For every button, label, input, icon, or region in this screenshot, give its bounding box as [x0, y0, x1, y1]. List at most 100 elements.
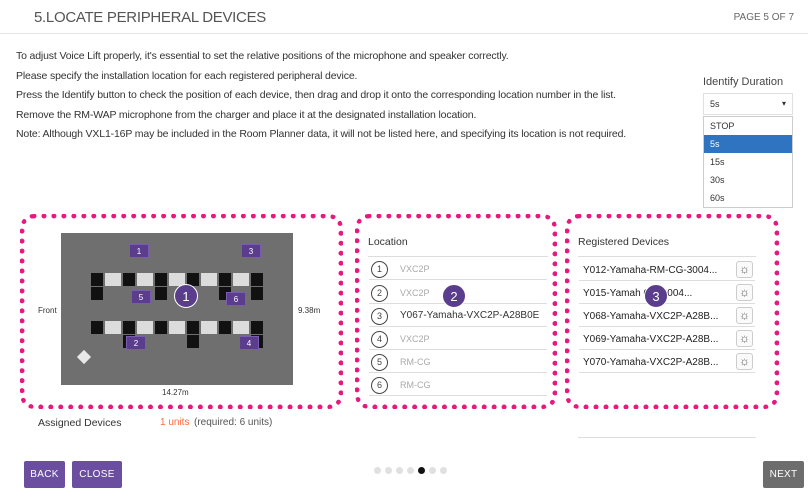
table — [201, 321, 217, 334]
instruction-line: Please specify the installation location… — [16, 69, 358, 82]
location-number: 2 — [371, 285, 388, 302]
identify-duration: Identify Duration 5s ▾ STOP 5s 15s 30s 6… — [703, 76, 793, 208]
location-device: VXC2P — [400, 334, 430, 344]
table — [137, 321, 153, 334]
callout-badge-1: 1 — [174, 284, 198, 308]
chair — [123, 273, 135, 286]
chair — [91, 273, 103, 286]
speaker-icon — [76, 349, 92, 365]
next-button[interactable]: NEXT — [763, 461, 804, 488]
option-stop[interactable]: STOP — [704, 117, 792, 135]
instruction-line: Remove the RM-WAP microphone from the ch… — [16, 108, 477, 121]
identify-sun-icon[interactable]: ☼ — [736, 330, 753, 347]
device-name: Y070-Yamaha-VXC2P-A28B... — [583, 357, 719, 368]
location-row-1[interactable]: 1 VXC2P — [369, 259, 547, 280]
chair — [155, 321, 167, 334]
location-number: 1 — [371, 261, 388, 278]
chair — [251, 321, 263, 334]
caret-down-icon: ▾ — [781, 99, 786, 108]
identify-sun-icon[interactable]: ☼ — [736, 307, 753, 324]
table — [105, 321, 121, 334]
device-name: Y069-Yamaha-VXC2P-A28B... — [583, 334, 719, 345]
table — [169, 321, 185, 334]
location-marker-5[interactable]: 5 — [131, 290, 151, 304]
chair — [123, 321, 135, 334]
table — [137, 273, 153, 286]
location-marker-4[interactable]: 4 — [239, 336, 259, 350]
floor-plan[interactable]: 1 3 5 6 2 4 — [61, 233, 293, 385]
table — [105, 273, 121, 286]
assigned-count: 1 units — [160, 417, 190, 428]
table — [201, 273, 217, 286]
identify-sun-icon[interactable]: ☼ — [736, 261, 753, 278]
chair — [91, 287, 103, 300]
location-device: Y067-Yamaha-VXC2P-A28B0E — [400, 310, 540, 321]
table — [233, 321, 249, 334]
location-row-5[interactable]: 5 RM-CG — [369, 352, 547, 373]
device-name: Y012-Yamaha-RM-CG-3004... — [583, 265, 718, 276]
assigned-required: (required: 6 units) — [194, 417, 273, 428]
chair — [219, 321, 231, 334]
divider — [578, 437, 756, 438]
table — [233, 273, 249, 286]
location-device: RM-CG — [400, 357, 431, 367]
location-number: 4 — [371, 331, 388, 348]
location-device: VXC2P — [400, 288, 430, 298]
location-row-6[interactable]: 6 RM-CG — [369, 375, 547, 396]
option-15s[interactable]: 15s — [704, 153, 792, 171]
registered-device-row[interactable]: Y012-Yamaha-RM-CG-3004... ☼ — [579, 261, 755, 281]
chair — [251, 287, 263, 300]
option-30s[interactable]: 30s — [704, 171, 792, 189]
identify-duration-select[interactable]: 5s ▾ — [703, 93, 793, 115]
page-dot[interactable] — [429, 467, 436, 474]
location-marker-2[interactable]: 2 — [126, 336, 146, 350]
instruction-line: Press the Identify button to check the p… — [16, 89, 616, 102]
location-device: RM-CG — [400, 380, 431, 390]
close-button[interactable]: CLOSE — [72, 461, 122, 488]
divider — [368, 256, 548, 257]
location-number: 3 — [371, 308, 388, 325]
chair — [155, 273, 167, 286]
chair — [219, 273, 231, 286]
front-label: Front — [38, 306, 57, 315]
page-dot-active[interactable] — [418, 467, 425, 474]
identify-sun-icon[interactable]: ☼ — [736, 353, 753, 370]
instructions: To adjust Voice Lift properly, it's esse… — [16, 47, 696, 145]
location-title: Location — [368, 236, 408, 248]
assigned-devices-label: Assigned Devices — [38, 417, 122, 429]
location-marker-1[interactable]: 1 — [129, 244, 149, 258]
chair — [187, 321, 199, 334]
location-device: VXC2P — [400, 264, 430, 274]
identify-sun-icon[interactable]: ☼ — [736, 284, 753, 301]
location-marker-3[interactable]: 3 — [241, 244, 261, 258]
location-marker-6[interactable]: 6 — [226, 292, 246, 306]
option-60s[interactable]: 60s — [704, 189, 792, 207]
identify-duration-value: 5s — [710, 99, 720, 109]
instruction-line: To adjust Voice Lift properly, it's esse… — [16, 50, 509, 62]
room-depth-label: 9.38m — [298, 306, 321, 315]
page-title: 5.LOCATE PERIPHERAL DEVICES — [34, 9, 266, 26]
location-row-4[interactable]: 4 VXC2P — [369, 329, 547, 350]
room-width-label: 14.27m — [162, 388, 189, 397]
chair — [251, 273, 263, 286]
chair — [155, 287, 167, 300]
page-dot[interactable] — [396, 467, 403, 474]
page-indicator: PAGE 5 OF 7 — [733, 12, 794, 23]
page-dot[interactable] — [385, 467, 392, 474]
location-row-3[interactable]: 3 Y067-Yamaha-VXC2P-A28B0E — [369, 306, 547, 327]
header: 5.LOCATE PERIPHERAL DEVICES PAGE 5 OF 7 — [0, 0, 808, 34]
registered-device-row[interactable]: Y068-Yamaha-VXC2P-A28B... ☼ — [579, 307, 755, 327]
back-button[interactable]: BACK — [24, 461, 65, 488]
registered-device-row[interactable]: Y070-Yamaha-VXC2P-A28B... ☼ — [579, 353, 755, 373]
chair — [91, 321, 103, 334]
page-dot[interactable] — [440, 467, 447, 474]
device-name: Y015-Yamah CG-3004... — [583, 288, 693, 299]
divider — [578, 256, 756, 257]
callout-badge-2: 2 — [442, 284, 466, 308]
location-number: 5 — [371, 354, 388, 371]
identify-duration-label: Identify Duration — [703, 76, 784, 88]
registered-device-row[interactable]: Y069-Yamaha-VXC2P-A28B... ☼ — [579, 330, 755, 350]
option-5s[interactable]: 5s — [704, 135, 792, 153]
page-dot[interactable] — [374, 467, 381, 474]
page-dot[interactable] — [407, 467, 414, 474]
